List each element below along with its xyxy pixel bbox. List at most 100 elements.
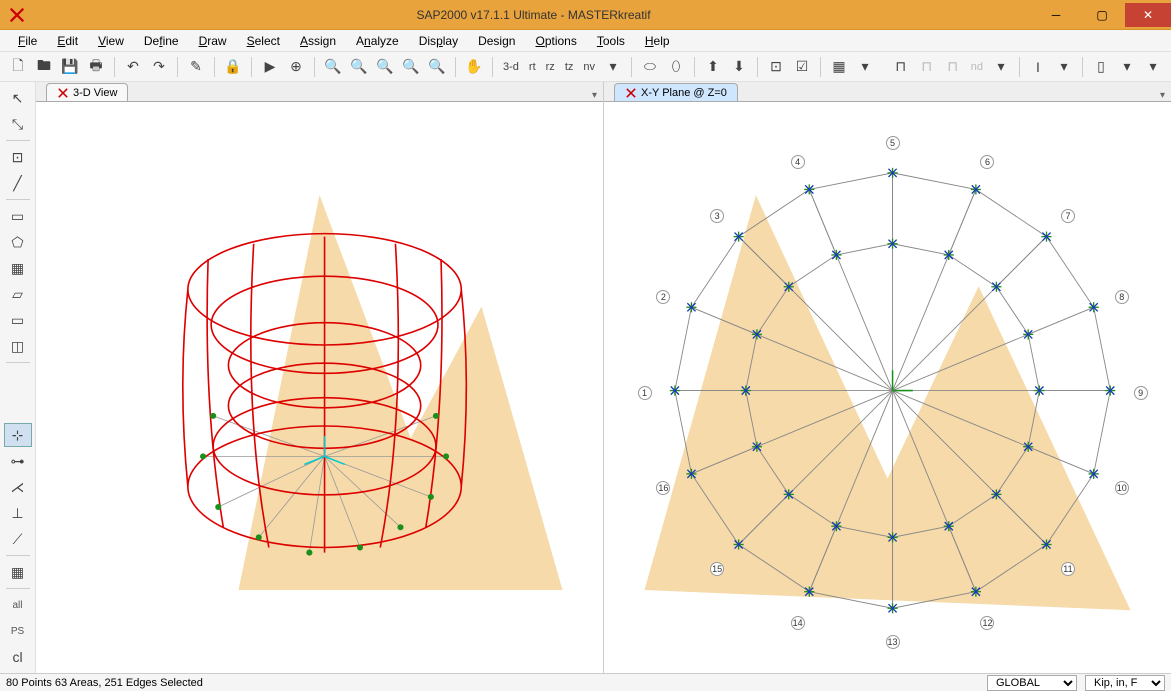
grid-label: 9: [1134, 386, 1148, 400]
canvas-plan[interactable]: 56789101112131415161234: [604, 102, 1171, 673]
menu-assign[interactable]: Assign: [290, 32, 346, 50]
zoom-previous-button[interactable]: 🔍: [373, 55, 397, 79]
select-all-tool[interactable]: all: [4, 593, 32, 617]
close-button[interactable]: ✕: [1125, 3, 1171, 27]
menu-define[interactable]: Define: [134, 32, 189, 50]
menu-analyze[interactable]: Analyze: [346, 32, 409, 50]
redo-button[interactable]: ↷: [147, 55, 171, 79]
shrink-button[interactable]: ⬯: [664, 55, 688, 79]
set-display-button[interactable]: ▦: [827, 55, 851, 79]
pencil-button[interactable]: ✎: [184, 55, 208, 79]
maximize-button[interactable]: ▢: [1079, 3, 1125, 27]
view-3d-button[interactable]: 3-d: [499, 61, 523, 73]
prev-selection-tool[interactable]: PS: [4, 619, 32, 643]
pointer-alt-tool[interactable]: ⤡: [4, 112, 32, 136]
display-dropdown[interactable]: ▾: [853, 55, 877, 79]
menu-help[interactable]: Help: [635, 32, 680, 50]
grid-label: 12: [980, 616, 994, 630]
view-rt-button[interactable]: rt: [525, 61, 540, 73]
canvas-3d[interactable]: [36, 102, 603, 673]
grid-label: 1: [638, 386, 652, 400]
view-3d-tab[interactable]: 3-D View: [46, 83, 128, 101]
nd-dropdown[interactable]: ▾: [989, 55, 1013, 79]
view-tz-button[interactable]: tz: [561, 61, 578, 73]
window-title: SAP2000 v17.1.1 Ultimate - MASTERkreatif: [34, 8, 1033, 22]
snap-perp-tool[interactable]: ⊥: [4, 501, 32, 525]
menu-bar: File Edit View Define Draw Select Assign…: [0, 30, 1171, 52]
select-node-tool[interactable]: ⊡: [4, 145, 32, 169]
grid-label: 8: [1115, 290, 1129, 304]
units-select[interactable]: Kip, in, F: [1085, 675, 1165, 691]
view-plan-dropdown[interactable]: ▾: [1154, 90, 1171, 101]
minimize-button[interactable]: ─: [1033, 3, 1079, 27]
i-dropdown[interactable]: ▾: [1052, 55, 1076, 79]
view-3d-dropdown[interactable]: ▾: [586, 90, 603, 101]
select-line-tool[interactable]: ╱: [4, 171, 32, 195]
lock-button[interactable]: 🔒: [221, 55, 245, 79]
draw-poly-tool[interactable]: ⬠: [4, 230, 32, 254]
app-icon: [8, 6, 26, 24]
menu-tools[interactable]: Tools: [587, 32, 635, 50]
undo-button[interactable]: ↶: [121, 55, 145, 79]
menu-options[interactable]: Options: [525, 32, 586, 50]
frame-button-3[interactable]: ⊓: [941, 55, 965, 79]
run-button[interactable]: ▶: [258, 55, 282, 79]
grid-label: 3: [710, 209, 724, 223]
zoom-extents-button[interactable]: 🔍: [347, 55, 371, 79]
i-section-button[interactable]: I: [1026, 55, 1050, 79]
model-3d: [36, 102, 603, 669]
draw-rect-tool[interactable]: ▭: [4, 204, 32, 228]
main-toolbar: 🗋 🖿 💾 🖶 ↶ ↷ ✎ 🔒 ▶ ⊕ 🔍 🔍 🔍 🔍 🔍 ✋ 3-d rt r…: [0, 52, 1171, 82]
menu-file[interactable]: File: [8, 32, 47, 50]
draw-quick-tool[interactable]: ▭: [4, 308, 32, 332]
menu-design[interactable]: Design: [468, 32, 525, 50]
menu-draw[interactable]: Draw: [189, 32, 237, 50]
zoom-window-button[interactable]: 🔍: [321, 55, 345, 79]
snap-line-tool[interactable]: ⟋: [4, 527, 32, 551]
nv-dropdown[interactable]: ▾: [601, 55, 625, 79]
title-bar: SAP2000 v17.1.1 Ultimate - MASTERkreatif…: [0, 0, 1171, 30]
view-nv-button[interactable]: nv: [579, 61, 599, 73]
clear-selection-tool[interactable]: cl: [4, 645, 32, 669]
frame-button-2[interactable]: ⊓: [915, 55, 939, 79]
perspective-button[interactable]: ⬭: [638, 55, 662, 79]
view-plan: X-Y Plane @ Z=0 ▾ 567891011121314: [603, 82, 1171, 673]
view-plan-tab-label: X-Y Plane @ Z=0: [641, 87, 727, 99]
view-rz-button[interactable]: rz: [542, 61, 559, 73]
nd-button[interactable]: nd: [967, 61, 987, 73]
draw-shell-tool[interactable]: ◫: [4, 334, 32, 358]
snap-mid-tool[interactable]: ⊶: [4, 449, 32, 473]
up-button[interactable]: ⬆: [701, 55, 725, 79]
print-button[interactable]: 🖶: [84, 55, 108, 79]
separator: [314, 57, 315, 77]
rect-section-button[interactable]: ▯: [1089, 55, 1113, 79]
pan-button[interactable]: ✋: [462, 55, 486, 79]
new-button[interactable]: 🗋: [6, 55, 30, 79]
pointer-tool[interactable]: ↖: [4, 86, 32, 110]
down-button[interactable]: ⬇: [727, 55, 751, 79]
view-plan-tab[interactable]: X-Y Plane @ Z=0: [614, 83, 738, 101]
menu-edit[interactable]: Edit: [47, 32, 88, 50]
snap-node-tool[interactable]: ⊹: [4, 423, 32, 447]
open-button[interactable]: 🖿: [32, 55, 56, 79]
menu-select[interactable]: Select: [237, 32, 290, 50]
element-button[interactable]: ☑: [790, 55, 814, 79]
more-dropdown[interactable]: ▾: [1141, 55, 1165, 79]
grid-label: 5: [886, 136, 900, 150]
separator: [251, 57, 252, 77]
coord-system-select[interactable]: GLOBAL: [987, 675, 1077, 691]
rect-dropdown[interactable]: ▾: [1115, 55, 1139, 79]
draw-frame-tool[interactable]: ▱: [4, 282, 32, 306]
frame-section-button[interactable]: ⊓: [889, 55, 913, 79]
object-button[interactable]: ⊡: [764, 55, 788, 79]
menu-view[interactable]: View: [88, 32, 134, 50]
menu-display[interactable]: Display: [409, 32, 468, 50]
save-button[interactable]: 💾: [58, 55, 82, 79]
zoom-out-button[interactable]: 🔍: [425, 55, 449, 79]
run-options-button[interactable]: ⊕: [284, 55, 308, 79]
zoom-in-button[interactable]: 🔍: [399, 55, 423, 79]
view-plan-tab-row: X-Y Plane @ Z=0 ▾: [604, 82, 1171, 102]
draw-area-tool[interactable]: ▦: [4, 256, 32, 280]
snap-end-tool[interactable]: ⋌: [4, 475, 32, 499]
snap-grid-tool[interactable]: ▦: [4, 560, 32, 584]
